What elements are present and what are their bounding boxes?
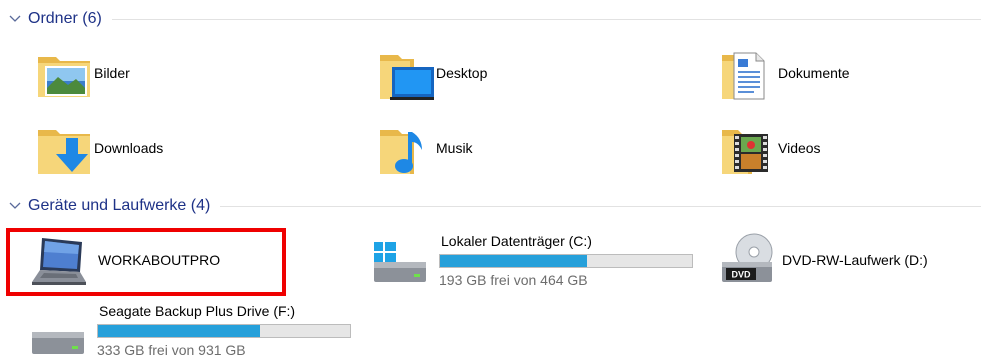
group-header-devices[interactable]: Geräte und Laufwerke (4) [8, 195, 981, 217]
windows-drive-icon [374, 242, 426, 282]
external-drive-icon [32, 332, 84, 354]
drive-free-space: 193 GB frei von 464 GB [439, 271, 588, 288]
folder-label: Musik [436, 140, 473, 156]
folder-desktop-icon [380, 55, 434, 100]
chevron-down-icon[interactable] [8, 12, 22, 26]
group-divider [220, 205, 981, 207]
folder-label: Desktop [436, 65, 488, 81]
selection-highlight-box [6, 228, 286, 296]
drive-usage-fill [98, 324, 260, 337]
drive-usage-bar [97, 323, 351, 338]
drive-item-c[interactable]: Lokaler Datenträger (C:) 193 GB frei von… [370, 232, 693, 288]
group-title-folders: Ordner (6) [28, 10, 102, 27]
folder-item-dokumente[interactable]: Dokumente [720, 45, 850, 101]
folder-label: Downloads [94, 140, 164, 156]
drive-usage-bar [439, 253, 693, 268]
folder-item-musik[interactable]: Musik [378, 120, 473, 176]
folder-downloads-icon [38, 130, 90, 174]
drive-item-d[interactable]: DVD DVD-RW-Laufwerk (D:) [720, 232, 928, 288]
folder-item-videos[interactable]: Videos [720, 120, 821, 176]
drive-item-f[interactable]: Seagate Backup Plus Drive (F:) 333 GB fr… [30, 302, 351, 358]
drive-usage-fill [440, 254, 588, 267]
dvd-drive-icon: DVD [722, 233, 773, 282]
drive-label: Seagate Backup Plus Drive (F:) [99, 302, 296, 319]
device-label: DVD-RW-Laufwerk (D:) [782, 252, 928, 268]
folder-item-desktop[interactable]: Desktop [378, 45, 487, 101]
chevron-down-icon[interactable] [8, 199, 22, 213]
group-divider [111, 18, 981, 20]
folder-pictures-icon [38, 57, 90, 97]
folder-documents-icon [722, 52, 765, 100]
drive-label: Lokaler Datenträger (C:) [441, 232, 592, 249]
svg-text:DVD: DVD [731, 270, 751, 280]
drive-free-space: 333 GB frei von 931 GB [97, 341, 246, 358]
folder-label: Videos [778, 140, 821, 156]
folder-item-downloads[interactable]: Downloads [36, 120, 163, 176]
folder-label: Bilder [94, 65, 130, 81]
group-title-devices: Geräte und Laufwerke (4) [28, 197, 211, 214]
folder-videos-icon [722, 130, 768, 174]
group-header-folders[interactable]: Ordner (6) [8, 8, 981, 30]
folder-item-bilder[interactable]: Bilder [36, 45, 130, 101]
folder-label: Dokumente [778, 65, 850, 81]
folder-music-icon [380, 130, 422, 174]
